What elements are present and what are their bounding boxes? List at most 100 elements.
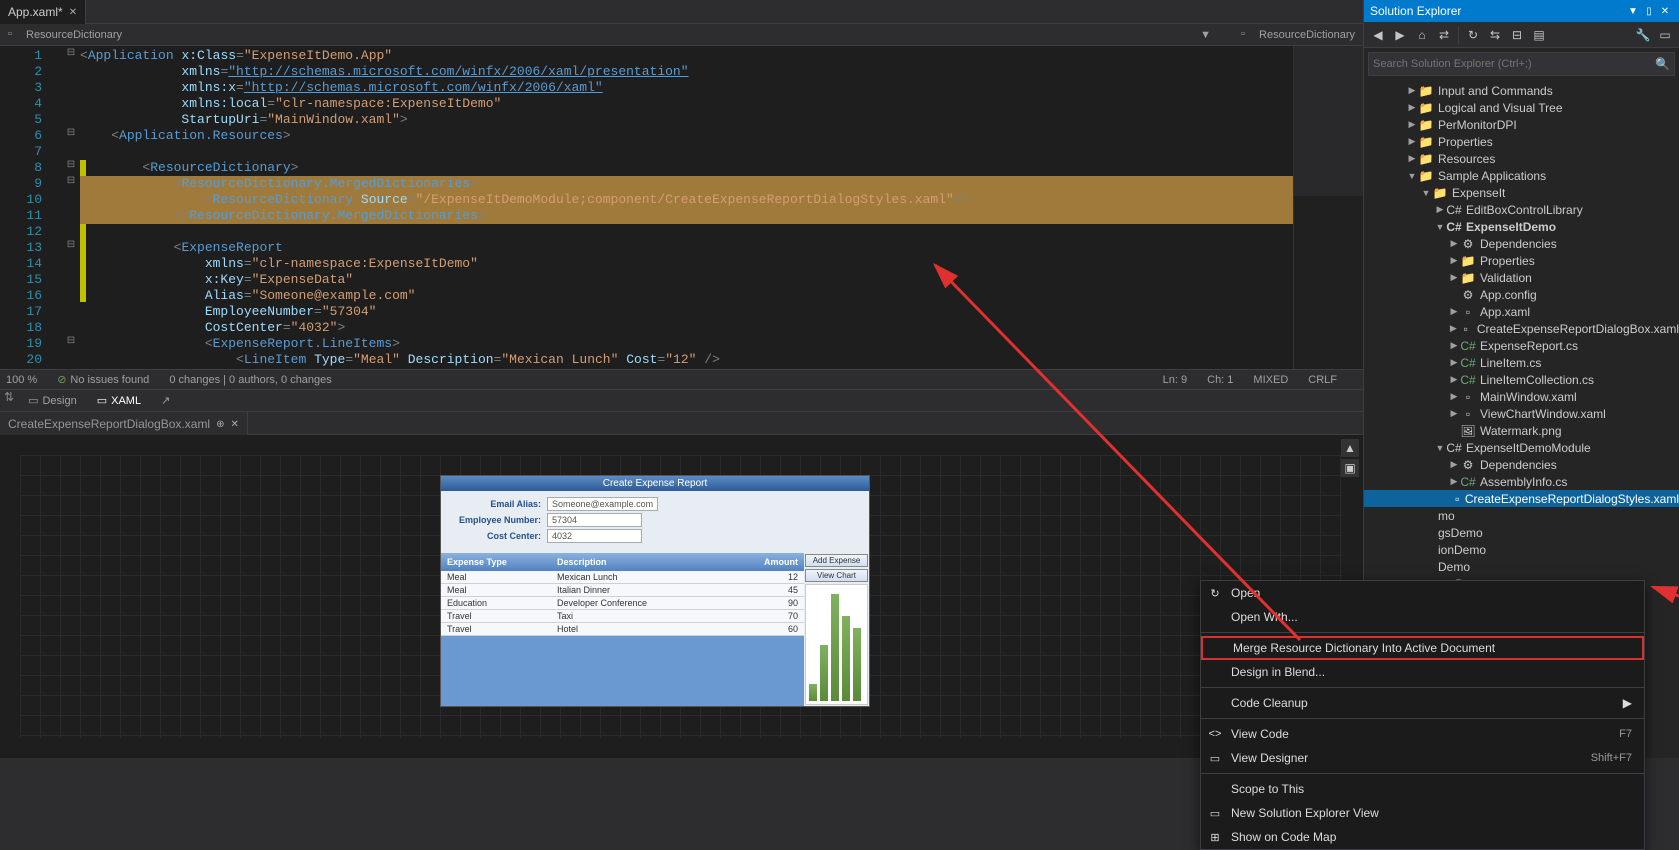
- field-email: Someone@example.com: [547, 497, 658, 511]
- tree-node[interactable]: ▶⚙Dependencies: [1364, 235, 1679, 252]
- tab-app-xaml[interactable]: App.xaml* ✕: [0, 0, 86, 24]
- forward-icon[interactable]: ▶: [1390, 25, 1410, 45]
- preview-icon[interactable]: ▭: [1655, 25, 1675, 45]
- tab-dialogbox[interactable]: CreateExpenseReportDialogBox.xaml ⊕ ✕: [0, 412, 248, 436]
- tree-node[interactable]: ▼C#ExpenseItDemoModule: [1364, 439, 1679, 456]
- context-menu-item[interactable]: Code Cleanup▶: [1201, 691, 1644, 715]
- tree-node[interactable]: ▶📁Properties: [1364, 252, 1679, 269]
- minimap-viewport[interactable]: [1294, 46, 1363, 196]
- tree-node[interactable]: ▶C#LineItemCollection.cs: [1364, 371, 1679, 388]
- breadcrumb-item[interactable]: ResourceDictionary: [1259, 29, 1355, 41]
- tree-node[interactable]: ⚙App.config: [1364, 286, 1679, 303]
- tree-node[interactable]: ▶📁Input and Commands: [1364, 82, 1679, 99]
- close-icon[interactable]: ✕: [231, 419, 239, 430]
- zoom-in-icon[interactable]: ▲: [1341, 439, 1359, 457]
- designer-tabs: ⇅ ▭ Design ▭ XAML ↗: [0, 389, 1363, 411]
- designer-surface[interactable]: Create Expense Report Email Alias:Someon…: [0, 435, 1363, 758]
- context-menu-item[interactable]: ↻Open: [1201, 581, 1644, 605]
- table-row: TravelHotel60: [441, 623, 804, 636]
- tree-node[interactable]: ▶📁PerMonitorDPI: [1364, 116, 1679, 133]
- breadcrumb-item[interactable]: ResourceDictionary: [26, 29, 122, 41]
- showall-icon[interactable]: ▤: [1529, 25, 1549, 45]
- home-icon[interactable]: ⌂: [1412, 25, 1432, 45]
- tab-xaml[interactable]: ▭ XAML: [87, 390, 151, 411]
- swap-icon[interactable]: ⇅: [4, 390, 14, 411]
- tree-node[interactable]: ▼📁ExpenseIt: [1364, 184, 1679, 201]
- context-menu-item[interactable]: Design in Blend...: [1201, 660, 1644, 684]
- designer-tab-bar: CreateExpenseReportDialogBox.xaml ⊕ ✕: [0, 411, 1363, 435]
- tree-node[interactable]: mo: [1364, 507, 1679, 524]
- tree-node[interactable]: ▶📁Resources: [1364, 150, 1679, 167]
- context-menu-item[interactable]: ⊞Show on Code Map: [1201, 825, 1644, 849]
- context-menu-item[interactable]: Merge Resource Dictionary Into Active Do…: [1201, 636, 1644, 660]
- tree-node[interactable]: ▶▫App.xaml: [1364, 303, 1679, 320]
- tree-node[interactable]: ▶⚙Dependencies: [1364, 456, 1679, 473]
- check-icon: ⊘: [57, 373, 66, 386]
- tree-node[interactable]: ▶C#AssemblyInfo.cs: [1364, 473, 1679, 490]
- tree-node[interactable]: ▼📁Sample Applications: [1364, 167, 1679, 184]
- tree-node[interactable]: Demo: [1364, 558, 1679, 575]
- tree-node[interactable]: ▶C#ExpenseReport.cs: [1364, 337, 1679, 354]
- mixed-indicator[interactable]: MIXED: [1253, 374, 1288, 386]
- context-menu-item[interactable]: ▭New Solution Explorer View: [1201, 801, 1644, 825]
- issues-status[interactable]: ⊘ No issues found: [57, 373, 149, 386]
- label-email: Email Alias:: [451, 499, 541, 509]
- tree-node[interactable]: ▶C#LineItem.cs: [1364, 354, 1679, 371]
- tree-node[interactable]: ▶📁Properties: [1364, 133, 1679, 150]
- tree-node[interactable]: ▼C#ExpenseItDemo: [1364, 218, 1679, 235]
- context-menu-item[interactable]: Open With...: [1201, 605, 1644, 629]
- tab-design[interactable]: ▭ Design: [18, 390, 87, 411]
- char-indicator[interactable]: Ch: 1: [1207, 374, 1233, 386]
- line-ending-indicator[interactable]: CRLF: [1308, 374, 1337, 386]
- code-editor[interactable]: 123456789101112131415161718192021 ⊟ ⊟⊟⊟ …: [0, 46, 1363, 369]
- expense-dialog-preview: Create Expense Report Email Alias:Someon…: [440, 475, 870, 707]
- view-chart-button: View Chart: [805, 569, 868, 582]
- tree-node[interactable]: ▶C#EditBoxControlLibrary: [1364, 201, 1679, 218]
- tree-node[interactable]: ▶▫CreateExpenseReportDialogBox.xaml: [1364, 320, 1679, 337]
- solution-explorer-search[interactable]: 🔍: [1368, 52, 1675, 76]
- close-icon[interactable]: ✕: [69, 7, 77, 18]
- popout-icon[interactable]: ↗: [151, 390, 180, 411]
- context-menu-item[interactable]: ▭View DesignerShift+F7: [1201, 746, 1644, 770]
- table-head: Expense Type Description Amount: [441, 553, 804, 571]
- tree-node[interactable]: ▶📁Logical and Visual Tree: [1364, 99, 1679, 116]
- tab-label: CreateExpenseReportDialogBox.xaml: [8, 417, 210, 431]
- zoom-level[interactable]: 100 %: [6, 374, 37, 386]
- expand-icon[interactable]: ▣: [1341, 459, 1359, 477]
- editor-status-bar: 100 % ⊘ No issues found 0 changes | 0 au…: [0, 369, 1363, 389]
- collapse-icon[interactable]: ⊟: [1507, 25, 1527, 45]
- code-area[interactable]: <Application x:Class="ExpenseItDemo.App"…: [80, 46, 1293, 369]
- properties-icon[interactable]: 🔧: [1633, 25, 1653, 45]
- solution-explorer-title-bar[interactable]: Solution Explorer ▼ ▯ ✕: [1364, 0, 1679, 22]
- tree-node[interactable]: 🖼Watermark.png: [1364, 422, 1679, 439]
- search-input[interactable]: [1373, 58, 1655, 70]
- dropdown-icon[interactable]: ▼: [1625, 6, 1641, 17]
- tree-node[interactable]: ionDemo: [1364, 541, 1679, 558]
- context-menu[interactable]: ↻OpenOpen With... Merge Resource Dictiona…: [1200, 580, 1645, 850]
- xaml-icon: ▫: [1241, 28, 1255, 42]
- minimap[interactable]: [1293, 46, 1363, 369]
- close-icon[interactable]: ✕: [1657, 6, 1673, 17]
- tree-node[interactable]: ▶▫MainWindow.xaml: [1364, 388, 1679, 405]
- search-icon[interactable]: 🔍: [1655, 57, 1670, 71]
- tab-bar: App.xaml* ✕: [0, 0, 1363, 24]
- tree-node[interactable]: ▶▫ViewChartWindow.xaml: [1364, 405, 1679, 422]
- tree-node[interactable]: ▫CreateExpenseReportDialogStyles.xaml: [1364, 490, 1679, 507]
- breadcrumb-item[interactable]: ▼: [1200, 29, 1211, 41]
- line-indicator[interactable]: Ln: 9: [1163, 374, 1187, 386]
- field-emp: 57304: [547, 513, 642, 527]
- context-menu-item[interactable]: <>View CodeF7: [1201, 722, 1644, 746]
- refresh-icon[interactable]: ↻: [1463, 25, 1483, 45]
- context-menu-item[interactable]: Scope to This: [1201, 777, 1644, 801]
- back-icon[interactable]: ◀: [1368, 25, 1388, 45]
- fold-gutter[interactable]: ⊟ ⊟⊟⊟ ⊟ ⊟: [62, 46, 80, 369]
- table-row: EducationDeveloper Conference90: [441, 597, 804, 610]
- sync-icon[interactable]: ⇆: [1485, 25, 1505, 45]
- tree-node[interactable]: ▶📁Validation: [1364, 269, 1679, 286]
- tree-node[interactable]: gsDemo: [1364, 524, 1679, 541]
- changes-status[interactable]: 0 changes | 0 authors, 0 changes: [169, 374, 331, 386]
- switch-icon[interactable]: ⇄: [1434, 25, 1454, 45]
- pin-icon[interactable]: ⊕: [216, 419, 224, 430]
- pin-icon[interactable]: ▯: [1641, 6, 1657, 17]
- breadcrumb: ▫ ResourceDictionary ▼ ▫ ResourceDiction…: [0, 24, 1363, 46]
